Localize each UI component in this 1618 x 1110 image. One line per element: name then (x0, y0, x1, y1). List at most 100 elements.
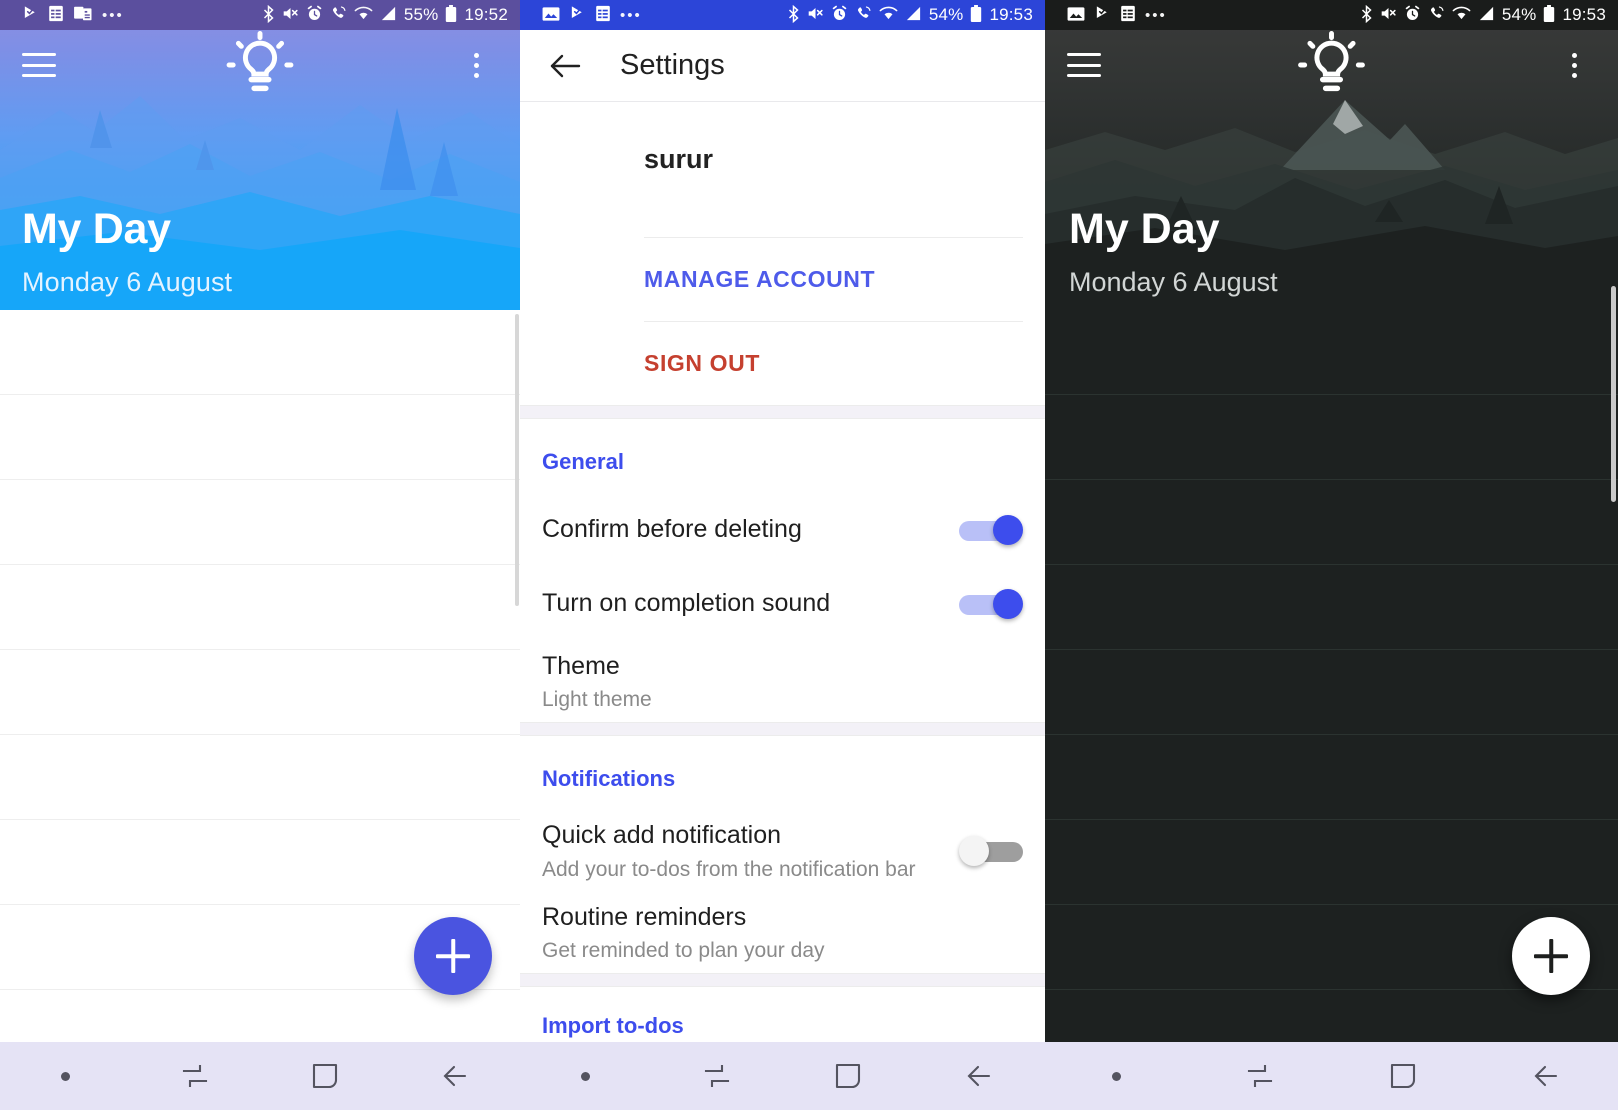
setting-row-text: Quick add notification Add your to-dos f… (542, 820, 959, 881)
battery-icon (970, 4, 982, 26)
signal-icon (905, 5, 922, 25)
list-item[interactable] (0, 310, 520, 395)
nav-back-icon[interactable] (1516, 1056, 1576, 1096)
statusbar-overflow-dots: ••• (102, 6, 124, 24)
statusbar-notification-icons: ••• (542, 5, 642, 25)
list-item[interactable] (1045, 310, 1618, 395)
section-heading-notifications: Notifications (542, 766, 676, 792)
statusbar-overflow-dots: ••• (1145, 6, 1167, 24)
list-item[interactable] (1045, 565, 1618, 650)
list-item[interactable] (1045, 650, 1618, 735)
list-item[interactable] (0, 565, 520, 650)
section-separator (520, 722, 1045, 737)
setting-title: Quick add notification (542, 821, 782, 850)
settings-navbar (520, 1042, 1045, 1110)
left-appbar (0, 30, 520, 100)
list-item[interactable] (0, 395, 520, 480)
clock: 19:52 (464, 5, 508, 24)
quick-add-notification-toggle[interactable] (959, 835, 1023, 866)
nav-home-icon[interactable] (295, 1056, 355, 1096)
list-item[interactable] (0, 650, 520, 735)
back-arrow-icon[interactable] (542, 43, 588, 89)
page-subtitle-date: Monday 6 August (1069, 267, 1278, 297)
screenshot-stage: My Day Monday 6 August ••• 55% 19:52 My … (0, 0, 1618, 1110)
settings-statusbar: ••• 54% 19:53 (520, 0, 1045, 30)
settings-appbar: Settings (520, 30, 1045, 102)
nav-home-icon[interactable] (818, 1056, 878, 1096)
add-todo-fab[interactable] (414, 917, 492, 995)
nav-recents-icon[interactable] (1230, 1056, 1290, 1096)
setting-row-quick-add-notification[interactable]: Quick add notification Add your to-dos f… (520, 810, 1045, 891)
mute-icon (807, 5, 824, 25)
setting-row-text: Theme Light theme (542, 651, 1023, 712)
list-item[interactable] (1045, 395, 1618, 480)
clock: 19:53 (1562, 5, 1606, 24)
setting-row-text: Turn on completion sound (542, 588, 959, 619)
list-item[interactable] (1045, 480, 1618, 565)
list-item[interactable] (1045, 735, 1618, 820)
lightbulb-icon[interactable] (226, 31, 454, 92)
right-appbar (1045, 30, 1618, 100)
settings-phone-panel: Settings surur MANAGE ACCOUNT SIGN OUT G… (520, 0, 1045, 1110)
play-store-icon (569, 5, 586, 25)
account-name: surur (644, 144, 714, 174)
scrollbar-thumb[interactable] (515, 314, 519, 606)
statusbar-notification-icons: ••• (22, 5, 124, 25)
setting-row-confirm-before-deleting[interactable]: Confirm before deleting (520, 493, 1045, 567)
battery-percent: 54% (928, 5, 964, 24)
alarm-icon (831, 5, 848, 25)
battery-percent: 55% (403, 5, 439, 24)
setting-title: Routine reminders (542, 902, 747, 931)
list-item[interactable] (0, 820, 520, 905)
page-subtitle-date: Monday 6 August (22, 267, 233, 297)
confirm-before-deleting-toggle[interactable] (959, 515, 1023, 545)
completion-sound-toggle[interactable] (959, 589, 1023, 619)
list-item[interactable] (1045, 820, 1618, 905)
page-title: My Day (1069, 205, 1220, 253)
settings-card: Settings surur MANAGE ACCOUNT SIGN OUT G… (520, 30, 1045, 1110)
scrollbar-thumb[interactable] (1611, 286, 1616, 502)
right-navbar (1045, 1042, 1618, 1110)
nav-recents-icon[interactable] (165, 1056, 225, 1096)
setting-subtitle: Get reminded to plan your day (542, 938, 825, 962)
battery-icon (1543, 4, 1555, 26)
lightbulb-icon[interactable] (1298, 31, 1552, 92)
bluetooth-icon (787, 4, 800, 26)
play-store-icon (22, 5, 39, 25)
nav-dot-icon[interactable] (1087, 1056, 1147, 1096)
add-todo-fab[interactable] (1512, 917, 1590, 995)
mute-icon (282, 5, 299, 25)
setting-row-text: Confirm before deleting (542, 514, 959, 545)
right-statusbar: ••• 54% 19:53 (1045, 0, 1618, 30)
nav-dot-icon[interactable] (556, 1056, 616, 1096)
statusbar-overflow-dots: ••• (620, 6, 642, 24)
manage-account-button[interactable]: MANAGE ACCOUNT (520, 238, 1045, 321)
nav-back-icon[interactable] (949, 1056, 1009, 1096)
nav-home-icon[interactable] (1373, 1056, 1433, 1096)
call-icon (330, 5, 347, 25)
toggle-knob (993, 589, 1023, 619)
setting-row-routine-reminders[interactable]: Routine reminders Get reminded to plan y… (520, 892, 1045, 973)
statusbar-system-icons: 54% 19:53 (787, 4, 1033, 26)
list-item[interactable] (0, 735, 520, 820)
image-icon (1067, 6, 1085, 25)
wifi-icon (354, 5, 373, 25)
setting-row-completion-sound[interactable]: Turn on completion sound (520, 567, 1045, 641)
toggle-knob (993, 515, 1023, 545)
toggle-knob (959, 835, 989, 866)
signal-icon (380, 5, 397, 25)
list-item[interactable] (0, 480, 520, 565)
nav-recents-icon[interactable] (687, 1056, 747, 1096)
setting-row-text: Routine reminders Get reminded to plan y… (542, 902, 1023, 963)
sign-out-button[interactable]: SIGN OUT (520, 322, 1045, 405)
settings-page-title: Settings (620, 49, 725, 81)
left-hero-banner: My Day Monday 6 August (0, 0, 520, 310)
setting-row-theme[interactable]: Theme Light theme (520, 641, 1045, 722)
battery-percent: 54% (1501, 5, 1537, 24)
nav-dot-icon[interactable] (35, 1056, 95, 1096)
play-store-icon (1094, 5, 1111, 25)
nav-back-icon[interactable] (425, 1056, 485, 1096)
bluetooth-icon (1360, 4, 1373, 26)
section-separator (520, 972, 1045, 987)
battery-icon (445, 4, 457, 26)
